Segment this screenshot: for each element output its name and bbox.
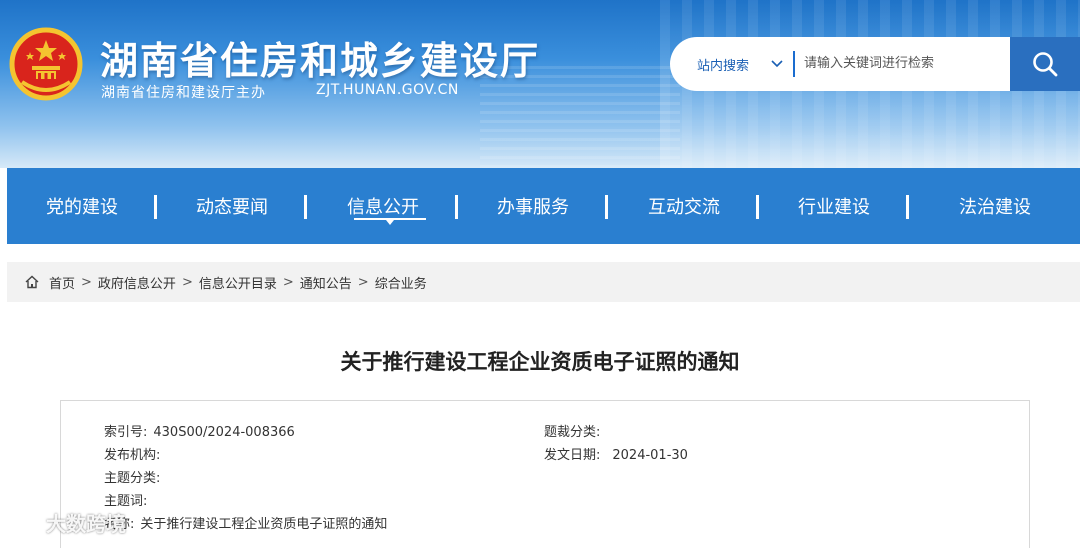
meta-genre-label: 题裁分类: xyxy=(544,425,601,440)
search-scope-select[interactable]: 站内搜索 xyxy=(697,55,749,74)
weibo-icon xyxy=(7,512,44,535)
meta-keywords-label: 主题词: xyxy=(104,494,148,509)
search-button[interactable] xyxy=(1010,37,1080,91)
search-divider xyxy=(793,51,795,77)
nav-active-indicator xyxy=(386,220,394,225)
meta-index: 索引号: 430S00/2024-008366 xyxy=(104,421,295,440)
nav-separator xyxy=(906,195,909,219)
nav-separator xyxy=(756,195,759,219)
site-url: ZJT.HUNAN.GOV.CN xyxy=(316,82,459,98)
national-emblem-icon[interactable] xyxy=(8,26,84,102)
nav-item-party-building[interactable]: 党的建设 xyxy=(46,168,118,244)
meta-date-label: 发文日期: xyxy=(544,448,601,463)
site-header: 湖南省住房和城乡建设厅 湖南省住房和建设厅主办 ZJT.HUNAN.GOV.CN… xyxy=(0,0,1080,168)
watermark: 大数跨境 xyxy=(6,508,126,537)
search-icon xyxy=(1033,52,1058,77)
meta-publisher-label: 发布机构: xyxy=(104,448,161,463)
breadcrumb-info-catalog[interactable]: 信息公开目录 xyxy=(199,273,277,292)
search-box: 站内搜索 xyxy=(670,37,1010,91)
nav-item-interaction[interactable]: 互动交流 xyxy=(648,168,720,244)
breadcrumb-separator: > xyxy=(282,274,294,290)
breadcrumb: 首页 > 政府信息公开 > 信息公开目录 > 通知公告 > 综合业务 xyxy=(7,262,1080,302)
search-input[interactable] xyxy=(804,49,1004,77)
meta-topic-label: 主题分类: xyxy=(104,471,161,486)
nav-separator xyxy=(304,195,307,219)
meta-genre: 题裁分类: xyxy=(544,421,606,440)
meta-index-label: 索引号: xyxy=(104,425,148,440)
meta-topic: 主题分类: xyxy=(104,467,166,486)
nav-item-industry[interactable]: 行业建设 xyxy=(798,168,870,244)
nav-item-rule-of-law[interactable]: 法治建设 xyxy=(959,168,1031,244)
breadcrumb-separator: > xyxy=(181,274,193,290)
article-metadata: 索引号: 430S00/2024-008366 题裁分类: 发布机构: 发文日期:… xyxy=(60,400,1030,548)
breadcrumb-notices[interactable]: 通知公告 xyxy=(300,273,352,292)
article-title: 关于推行建设工程企业资质电子证照的通知 xyxy=(340,350,740,374)
nav-separator xyxy=(455,195,458,219)
breadcrumb-gov-info[interactable]: 政府信息公开 xyxy=(98,273,176,292)
watermark-text: 大数跨境 xyxy=(46,512,126,536)
meta-index-value: 430S00/2024-008366 xyxy=(153,425,295,440)
site-subtitle: 湖南省住房和建设厅主办 xyxy=(101,85,266,101)
site-title[interactable]: 湖南省住房和城乡建设厅 xyxy=(100,30,540,85)
breadcrumb-general-business[interactable]: 综合业务 xyxy=(375,273,427,292)
breadcrumb-separator: > xyxy=(81,274,92,290)
meta-date-value: 2024-01-30 xyxy=(612,448,688,463)
nav-item-info-disclosure[interactable]: 信息公开 xyxy=(347,168,419,244)
search-bar: 站内搜索 xyxy=(670,37,1080,91)
chevron-down-icon[interactable] xyxy=(770,57,784,71)
breadcrumb-separator: > xyxy=(357,274,369,290)
home-icon xyxy=(25,275,39,289)
main-nav: 党的建设 动态要闻 信息公开 办事服务 互动交流 行业建设 法治建设 xyxy=(7,168,1080,244)
nav-item-news[interactable]: 动态要闻 xyxy=(196,168,268,244)
nav-separator xyxy=(154,195,157,219)
meta-name-value: 关于推行建设工程企业资质电子证照的通知 xyxy=(140,517,388,532)
meta-publisher: 发布机构: xyxy=(104,444,166,463)
breadcrumb-home[interactable]: 首页 xyxy=(49,273,75,292)
meta-date: 发文日期: 2024-01-30 xyxy=(544,444,688,463)
nav-separator xyxy=(605,195,608,219)
meta-name: 名称: 关于推行建设工程企业资质电子证照的通知 xyxy=(104,513,387,532)
nav-item-services[interactable]: 办事服务 xyxy=(497,168,569,244)
meta-keywords: 主题词: xyxy=(104,490,153,509)
